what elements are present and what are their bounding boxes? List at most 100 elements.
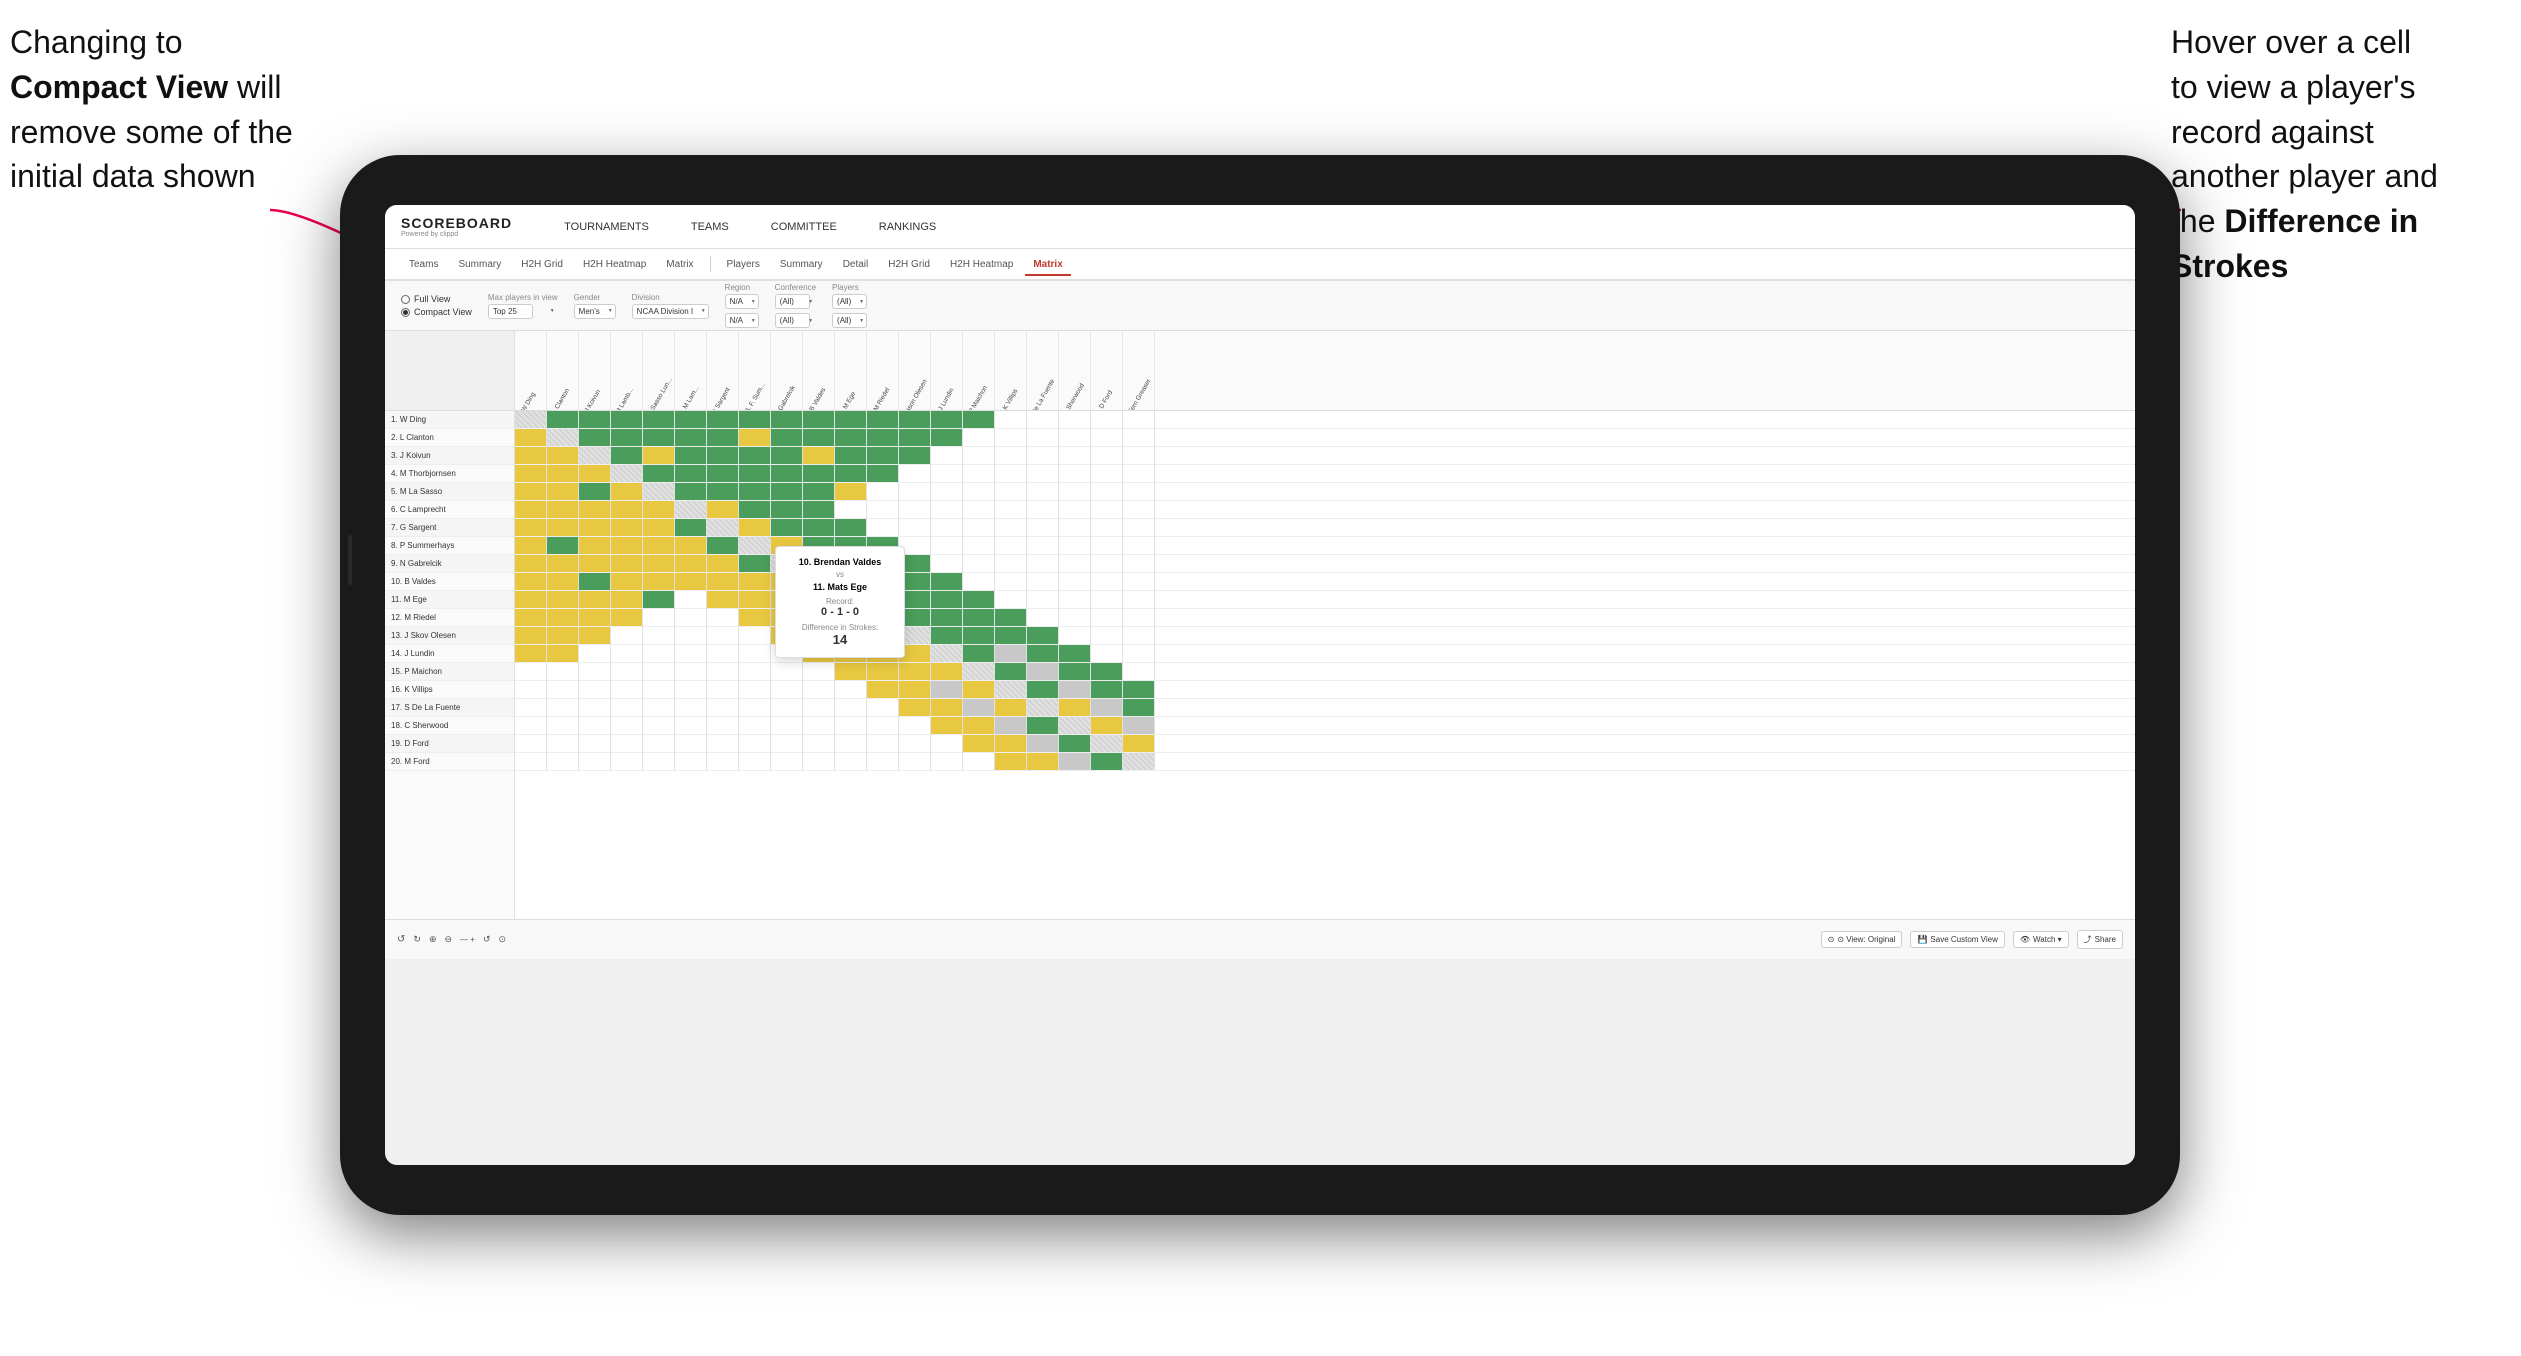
grid-cell[interactable] xyxy=(579,411,611,429)
grid-cell[interactable] xyxy=(835,501,867,519)
grid-cell[interactable] xyxy=(547,645,579,663)
grid-cell[interactable] xyxy=(739,429,771,447)
grid-cell[interactable] xyxy=(547,555,579,573)
grid-cell[interactable] xyxy=(643,519,675,537)
grid-cell[interactable] xyxy=(1091,555,1123,573)
grid-cell[interactable] xyxy=(963,591,995,609)
grid-cell[interactable] xyxy=(515,591,547,609)
grid-cell[interactable] xyxy=(611,645,643,663)
grid-cell[interactable] xyxy=(931,429,963,447)
grid-cell[interactable] xyxy=(675,663,707,681)
grid-cell[interactable] xyxy=(771,663,803,681)
grid-cell[interactable] xyxy=(611,429,643,447)
grid-cell[interactable] xyxy=(995,717,1027,735)
grid-cell[interactable] xyxy=(803,735,835,753)
region-select-2[interactable]: N/A xyxy=(725,313,759,328)
compact-view-radio[interactable] xyxy=(401,308,410,317)
grid-cell[interactable] xyxy=(835,447,867,465)
grid-cell[interactable] xyxy=(803,663,835,681)
grid-cell[interactable] xyxy=(899,429,931,447)
grid-cell[interactable] xyxy=(963,411,995,429)
grid-cell[interactable] xyxy=(579,627,611,645)
sub-nav-detail[interactable]: Detail xyxy=(835,255,877,274)
grid-cell[interactable] xyxy=(963,465,995,483)
grid-cell[interactable] xyxy=(1027,429,1059,447)
grid-cell[interactable] xyxy=(515,465,547,483)
grid-cell[interactable] xyxy=(1091,447,1123,465)
grid-cell[interactable] xyxy=(547,681,579,699)
grid-cell[interactable] xyxy=(803,699,835,717)
sub-nav-h2h-grid-2[interactable]: H2H Grid xyxy=(880,255,938,274)
grid-cell[interactable] xyxy=(1091,735,1123,753)
grid-cell[interactable] xyxy=(1123,609,1155,627)
grid-cell[interactable] xyxy=(515,447,547,465)
grid-cell[interactable] xyxy=(1091,717,1123,735)
grid-cell[interactable] xyxy=(867,429,899,447)
grid-cell[interactable] xyxy=(1123,717,1155,735)
grid-cell[interactable] xyxy=(675,627,707,645)
grid-cell[interactable] xyxy=(707,519,739,537)
grid-cell[interactable] xyxy=(803,447,835,465)
grid-cell[interactable] xyxy=(1059,627,1091,645)
nav-tournaments[interactable]: TOURNAMENTS xyxy=(558,217,655,237)
grid-cell[interactable] xyxy=(995,735,1027,753)
grid-cell[interactable] xyxy=(1027,519,1059,537)
grid-cell[interactable] xyxy=(1059,717,1091,735)
grid-cell[interactable] xyxy=(899,501,931,519)
grid-cell[interactable] xyxy=(1027,645,1059,663)
grid-cell[interactable] xyxy=(995,573,1027,591)
grid-cell[interactable] xyxy=(1059,753,1091,771)
grid-cell[interactable] xyxy=(835,411,867,429)
grid-cell[interactable] xyxy=(547,429,579,447)
grid-cell[interactable] xyxy=(675,753,707,771)
grid-cell[interactable] xyxy=(899,411,931,429)
grid-cell[interactable] xyxy=(1123,663,1155,681)
grid-cell[interactable] xyxy=(515,735,547,753)
full-view-radio[interactable] xyxy=(401,295,410,304)
grid-cell[interactable] xyxy=(1027,465,1059,483)
grid-cell[interactable] xyxy=(515,537,547,555)
grid-cell[interactable] xyxy=(611,465,643,483)
grid-cell[interactable] xyxy=(643,411,675,429)
max-players-select[interactable]: Top 25 xyxy=(488,304,533,319)
grid-cell[interactable] xyxy=(739,699,771,717)
grid-cell[interactable] xyxy=(611,591,643,609)
grid-cell[interactable] xyxy=(611,627,643,645)
grid-cell[interactable] xyxy=(707,735,739,753)
grid-cell[interactable] xyxy=(547,483,579,501)
grid-cell[interactable] xyxy=(995,591,1027,609)
undo-icon[interactable]: ↺ xyxy=(397,934,405,945)
grid-cell[interactable] xyxy=(643,609,675,627)
grid-cell[interactable] xyxy=(579,699,611,717)
grid-cell[interactable] xyxy=(1059,609,1091,627)
grid-cell[interactable] xyxy=(1027,501,1059,519)
grid-cell[interactable] xyxy=(707,573,739,591)
grid-cell[interactable] xyxy=(771,411,803,429)
grid-cell[interactable] xyxy=(899,663,931,681)
grid-cell[interactable] xyxy=(995,699,1027,717)
grid-cell[interactable] xyxy=(547,447,579,465)
grid-cell[interactable] xyxy=(515,699,547,717)
grid-cell[interactable] xyxy=(1091,429,1123,447)
grid-cell[interactable] xyxy=(675,681,707,699)
grid-cell[interactable] xyxy=(1059,483,1091,501)
grid-cell[interactable] xyxy=(1059,663,1091,681)
grid-cell[interactable] xyxy=(963,573,995,591)
grid-cell[interactable] xyxy=(675,465,707,483)
grid-cell[interactable] xyxy=(963,501,995,519)
grid-cell[interactable] xyxy=(1091,501,1123,519)
grid-cell[interactable] xyxy=(611,753,643,771)
nav-teams[interactable]: TEAMS xyxy=(685,217,735,237)
grid-cell[interactable] xyxy=(931,753,963,771)
grid-cell[interactable] xyxy=(835,663,867,681)
grid-cell[interactable] xyxy=(707,411,739,429)
grid-cell[interactable] xyxy=(867,483,899,501)
grid-cell[interactable] xyxy=(675,501,707,519)
grid-cell[interactable] xyxy=(739,483,771,501)
grid-cell[interactable] xyxy=(931,447,963,465)
grid-cell[interactable] xyxy=(579,501,611,519)
grid-cell[interactable] xyxy=(707,663,739,681)
grid-cell[interactable] xyxy=(995,465,1027,483)
grid-cell[interactable] xyxy=(1123,699,1155,717)
grid-cell[interactable] xyxy=(707,753,739,771)
